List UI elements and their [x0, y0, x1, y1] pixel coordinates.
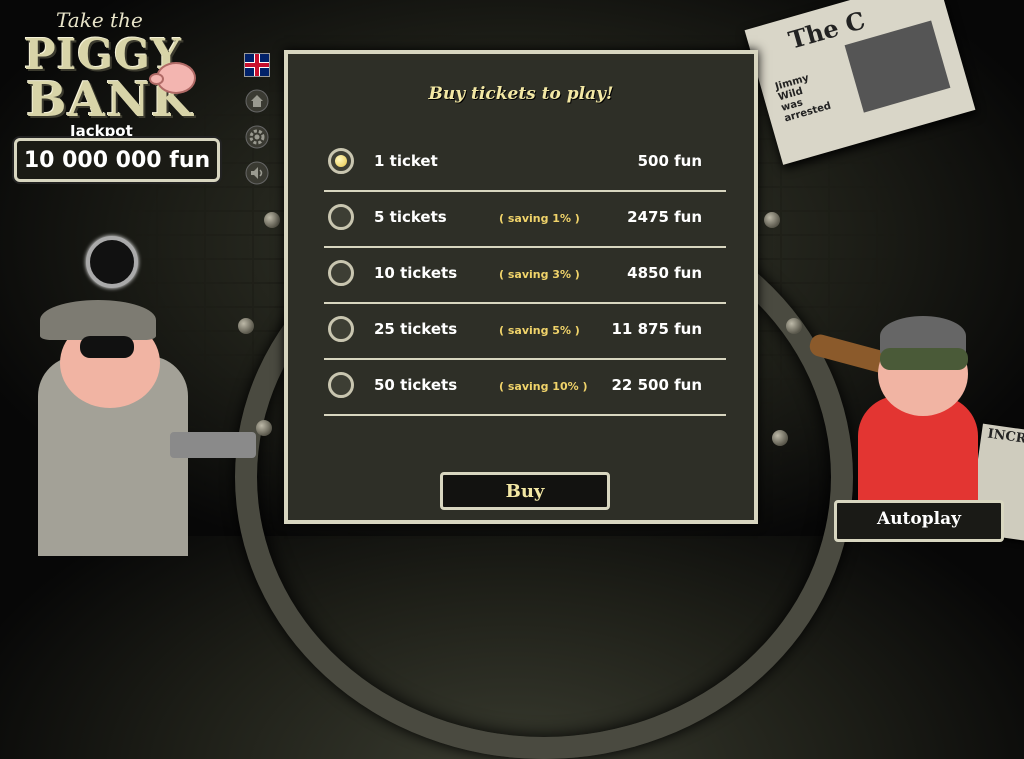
- ticket-count-label: 25 tickets: [374, 320, 458, 338]
- vault-bolt: [786, 318, 802, 334]
- vault-bolt: [264, 212, 280, 228]
- ticket-option-50[interactable]: 50 tickets ( saving 10% ) 22 500 fun: [324, 360, 726, 416]
- ticket-count-label: 10 tickets: [374, 264, 458, 282]
- piggy-bank-icon: [149, 62, 196, 94]
- vault-bolt: [764, 212, 780, 228]
- ticket-count-label: 5 tickets: [374, 208, 447, 226]
- radio-button[interactable]: [328, 260, 354, 286]
- jackpot-display: 10 000 000 fun: [14, 138, 220, 182]
- vault-bolt: [772, 430, 788, 446]
- divider: [324, 414, 726, 416]
- ticket-option-1[interactable]: 1 ticket 500 fun: [324, 136, 726, 192]
- radio-button[interactable]: [328, 372, 354, 398]
- gangster-right-mask: [880, 348, 968, 370]
- ticket-price: 2475 fun: [627, 208, 702, 226]
- bullet-hole: [86, 236, 138, 288]
- ticket-price: 11 875 fun: [611, 320, 702, 338]
- revolver-icon: [170, 432, 256, 458]
- ticket-count-label: 1 ticket: [374, 152, 438, 170]
- speaker-icon[interactable]: [244, 160, 270, 186]
- side-toolbar: [244, 52, 272, 196]
- saving-label: ( saving 3% ): [499, 268, 580, 281]
- gear-icon[interactable]: [244, 124, 270, 150]
- ticket-option-5[interactable]: 5 tickets ( saving 1% ) 2475 fun: [324, 192, 726, 248]
- uk-flag-icon[interactable]: [244, 52, 270, 78]
- ticket-count-label: 50 tickets: [374, 376, 458, 394]
- gangster-left-hat: [40, 300, 156, 340]
- home-icon[interactable]: [244, 88, 270, 114]
- ticket-option-10[interactable]: 10 tickets ( saving 3% ) 4850 fun: [324, 248, 726, 304]
- ticket-price: 4850 fun: [627, 264, 702, 282]
- radio-button[interactable]: [328, 148, 354, 174]
- radio-button[interactable]: [328, 316, 354, 342]
- gangster-left-glasses: [80, 336, 134, 358]
- vault-bolt: [238, 318, 254, 334]
- ticket-purchase-panel: Buy tickets to play! 1 ticket 500 fun 5 …: [284, 50, 758, 524]
- buy-button[interactable]: Buy: [440, 472, 610, 510]
- vault-bolt: [256, 420, 272, 436]
- ticket-option-25[interactable]: 25 tickets ( saving 5% ) 11 875 fun: [324, 304, 726, 360]
- ticket-price: 22 500 fun: [611, 376, 702, 394]
- saving-label: ( saving 5% ): [499, 324, 580, 337]
- logo-take-text: Take the: [56, 8, 143, 32]
- radio-button[interactable]: [328, 204, 354, 230]
- panel-title: Buy tickets to play!: [428, 84, 614, 104]
- newspaper-headline: Jimmy Wild was arrested: [774, 72, 833, 125]
- saving-label: ( saving 10% ): [499, 380, 588, 393]
- saving-label: ( saving 1% ): [499, 212, 580, 225]
- newspaper-small-text: INCRE: [986, 426, 1024, 449]
- jackpot-value: 10 000 000 fun: [23, 147, 211, 173]
- ticket-price: 500 fun: [637, 152, 702, 170]
